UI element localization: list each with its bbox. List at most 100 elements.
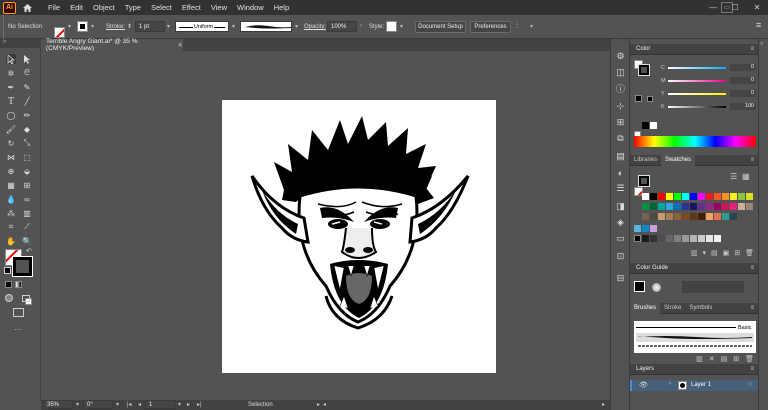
swatch-cell[interactable]	[714, 193, 721, 200]
collapse-panels-icon[interactable]: »	[760, 41, 763, 47]
swatch-cell[interactable]	[690, 213, 697, 220]
swatch-cell[interactable]	[650, 203, 657, 210]
tab-libraries[interactable]: Libraries	[630, 155, 661, 166]
line-tool-icon[interactable]: ╱	[21, 95, 33, 107]
list-view-icon[interactable]: ☰	[730, 172, 737, 181]
menu-help[interactable]: Help	[269, 3, 294, 12]
stroke-color-box[interactable]	[12, 256, 33, 277]
swatch-cell[interactable]	[714, 203, 721, 210]
selection-tool-icon[interactable]	[5, 53, 17, 65]
magenta-value[interactable]: 0	[730, 77, 756, 84]
symbol-sprayer-tool-icon[interactable]: ⁂	[5, 207, 17, 219]
color-mode-icon[interactable]	[5, 281, 12, 288]
menu-view[interactable]: View	[206, 3, 232, 12]
blend-tool-icon[interactable]: ∞	[21, 193, 33, 205]
graphic-styles-icon[interactable]: ◨	[614, 200, 627, 213]
visibility-eye-icon[interactable]: 👁	[639, 381, 648, 389]
shape-builder-tool-icon[interactable]: ⊕	[5, 165, 17, 177]
swatch-cell[interactable]	[746, 203, 753, 210]
type-tool-icon[interactable]: T	[5, 95, 17, 107]
swatch-cell[interactable]	[642, 213, 649, 220]
menu-window[interactable]: Window	[232, 3, 269, 12]
delete-brush-icon[interactable]: 🗑	[745, 355, 754, 364]
direct-selection-tool-icon[interactable]	[21, 53, 33, 65]
next-artboard-icon[interactable]: ▸	[187, 401, 190, 408]
swatch-cell[interactable]	[674, 213, 681, 220]
swatch-cell[interactable]	[706, 193, 713, 200]
pathfinder-icon[interactable]: ⧉	[614, 132, 627, 145]
swatch-cell[interactable]	[706, 213, 713, 220]
chevron-down-icon[interactable]: ▾	[178, 401, 181, 408]
harmony-icon[interactable]	[652, 283, 661, 292]
swatch-cell[interactable]	[682, 213, 689, 220]
grip-handle[interactable]	[0, 15, 4, 39]
grays-group-icon[interactable]	[634, 235, 641, 242]
gray-swatch-cell[interactable]	[698, 235, 705, 242]
swatch-cell[interactable]	[658, 203, 665, 210]
swatch-cell[interactable]	[714, 213, 721, 220]
document-setup-button[interactable]: Document Setup	[415, 21, 466, 33]
black-slider[interactable]: K 100 %	[661, 103, 763, 110]
swatch-cell[interactable]	[642, 225, 649, 232]
toolbar-collapse-icon[interactable]: «	[0, 39, 41, 48]
swatch-options-icon[interactable]: ▤	[711, 249, 718, 258]
swatch-cell[interactable]	[730, 203, 737, 210]
new-brush-icon[interactable]: ⊞	[733, 355, 739, 364]
align-icon[interactable]: ⫶	[516, 20, 518, 31]
draw-mode-icon[interactable]	[5, 294, 13, 302]
swatch-group-icon[interactable]	[634, 225, 641, 232]
eraser-tool-icon[interactable]: ◆	[21, 123, 33, 135]
black-swatch[interactable]	[642, 122, 649, 129]
document-tab[interactable]: Terrible Angry Giant.ai* @ 35 % (CMYK/Pr…	[41, 38, 183, 52]
base-color-swatch[interactable]	[634, 281, 645, 292]
black-value[interactable]: 100	[730, 103, 756, 110]
cyan-value[interactable]: 0	[730, 64, 756, 71]
brush-options-icon[interactable]: ▤	[721, 355, 728, 364]
zoom-tool-icon[interactable]: 🔍	[21, 235, 33, 247]
gray-swatch-cell[interactable]	[666, 235, 673, 242]
monster-illustration[interactable]	[222, 100, 496, 373]
out-of-gamut-icon[interactable]	[635, 95, 642, 102]
swatch-cell[interactable]	[658, 213, 665, 220]
show-kinds-icon[interactable]: ▾	[702, 249, 706, 258]
layers-panel-header[interactable]: Layers ≡	[630, 364, 758, 375]
swatch-cell[interactable]	[650, 193, 657, 200]
swatch-cell[interactable]	[674, 193, 681, 200]
swatch-cell[interactable]	[658, 193, 665, 200]
variable-width-profile[interactable]: Uniform	[175, 21, 229, 32]
layers-panel-icon[interactable]: ◈	[614, 216, 627, 229]
default-colors-icon[interactable]	[4, 267, 11, 274]
magenta-slider[interactable]: M 0 %	[661, 77, 763, 84]
swatch-stroke-box[interactable]	[638, 175, 650, 187]
opacity-field[interactable]: 100%	[327, 21, 357, 32]
brush-presets[interactable]	[636, 333, 754, 351]
panel-menu-icon[interactable]: ≡	[756, 20, 761, 30]
minimize-icon[interactable]: —	[702, 0, 724, 15]
character-icon[interactable]: ⊟	[614, 272, 627, 285]
new-color-group-icon[interactable]: ▣	[723, 249, 730, 258]
cyan-slider[interactable]: C 0 %	[661, 64, 763, 71]
swatch-cell[interactable]	[746, 193, 753, 200]
gray-swatch-cell[interactable]	[650, 235, 657, 242]
chevron-down-icon[interactable]: ▾	[295, 23, 298, 30]
panel-menu-icon[interactable]: ≡	[750, 46, 754, 52]
swatch-cell[interactable]	[674, 203, 681, 210]
swatch-cell[interactable]	[706, 203, 713, 210]
curvature-tool-icon[interactable]: ✎	[21, 81, 33, 93]
rotation-field[interactable]: 0°	[83, 400, 113, 409]
layer-row[interactable]: 👁 › Layer 1 ○	[630, 380, 758, 391]
brush-list[interactable]: Basic	[634, 321, 756, 353]
color-stroke-box[interactable]	[638, 64, 650, 76]
scroll-left-icon[interactable]: ◂	[323, 401, 326, 408]
artboards-icon[interactable]: ▭	[614, 232, 627, 245]
swatch-cell[interactable]	[642, 193, 649, 200]
menu-file[interactable]: File	[43, 3, 65, 12]
swatch-cell[interactable]	[690, 203, 697, 210]
white-swatch[interactable]	[650, 122, 657, 129]
swatch-cell[interactable]	[722, 213, 729, 220]
tab-swatches[interactable]: Swatches	[661, 154, 696, 166]
lasso-icon[interactable]: ᘓ	[21, 67, 33, 79]
swatch-cell[interactable]	[722, 203, 729, 210]
artboard-number-field[interactable]: 1	[145, 400, 175, 409]
swap-icon[interactable]: ↶	[26, 247, 32, 255]
